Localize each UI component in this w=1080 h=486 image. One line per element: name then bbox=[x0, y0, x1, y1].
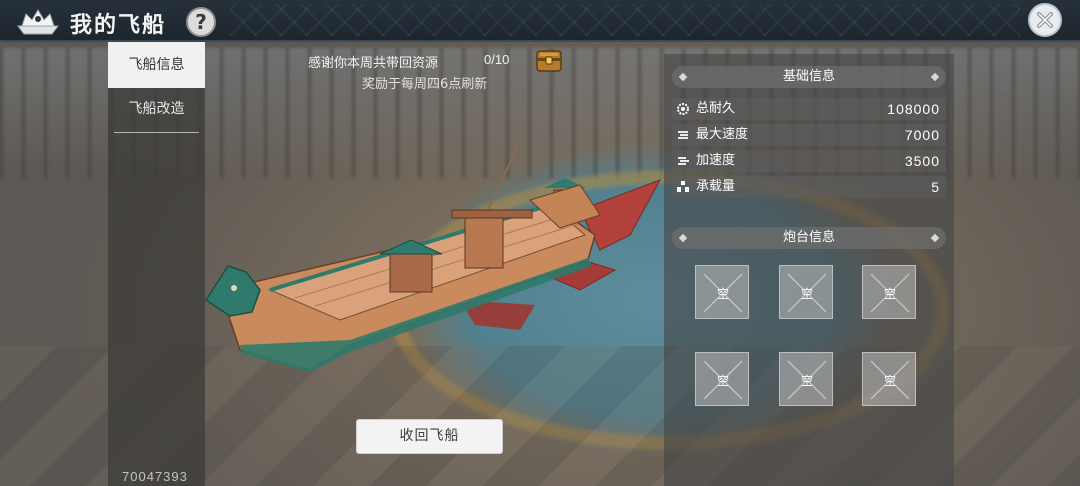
tab-ship-modify[interactable]: 飞船改造 bbox=[108, 86, 205, 132]
ship-pavilion bbox=[389, 251, 433, 293]
stat-row-acceleration: 加速度 3500 bbox=[672, 150, 946, 172]
stat-label: 加速度 bbox=[696, 153, 736, 168]
turret-slot[interactable]: 空 bbox=[862, 352, 916, 406]
turret-slot[interactable]: 空 bbox=[779, 352, 833, 406]
cargo-icon bbox=[677, 181, 689, 192]
header-ornament-icon bbox=[678, 72, 688, 82]
reward-count: 0/10 bbox=[484, 52, 510, 67]
airship-model[interactable] bbox=[200, 140, 670, 380]
reward-refresh-note: 奖励于每周四6点刷新 bbox=[362, 77, 488, 92]
stat-row-durability: 总耐久 108000 bbox=[672, 98, 946, 120]
stat-value: 3500 bbox=[904, 153, 940, 169]
stat-value: 5 bbox=[931, 179, 940, 195]
treasure-chest-icon[interactable] bbox=[535, 48, 563, 74]
turret-slot[interactable]: 空 bbox=[779, 265, 833, 319]
turret-slot-label: 空 bbox=[716, 374, 729, 388]
basic-info-title: 基础信息 bbox=[782, 69, 835, 84]
sidebar-divider bbox=[114, 132, 199, 133]
tab-ship-info[interactable]: 飞船信息 bbox=[108, 42, 205, 88]
ship-dragon-head bbox=[204, 265, 261, 317]
stat-label: 总耐久 bbox=[696, 101, 736, 116]
turret-slot-label: 空 bbox=[800, 287, 813, 301]
info-panel: 基础信息 总耐久 108000 最大速度 7000 加速度 3500 承载量 5 bbox=[664, 54, 954, 486]
gear-icon bbox=[677, 103, 689, 115]
turret-slot-label: 空 bbox=[883, 374, 896, 388]
speed-icon bbox=[678, 131, 688, 139]
turret-info-header: 炮台信息 bbox=[672, 227, 946, 249]
turret-slot-label: 空 bbox=[800, 374, 813, 388]
acceleration-icon bbox=[678, 157, 689, 165]
top-bar-pattern bbox=[230, 4, 1020, 36]
top-bar: 我的飞船 ? bbox=[0, 0, 1080, 42]
turret-slot[interactable]: 空 bbox=[695, 352, 749, 406]
reward-message: 感谢你本周共带回资源 bbox=[308, 56, 439, 71]
ship-tower bbox=[464, 217, 504, 269]
basic-info-header: 基础信息 bbox=[672, 66, 946, 88]
turret-slot[interactable]: 空 bbox=[862, 265, 916, 319]
header-ornament-icon bbox=[678, 233, 688, 243]
stat-value: 108000 bbox=[887, 101, 940, 117]
stat-value: 7000 bbox=[904, 127, 940, 143]
stat-label: 承载量 bbox=[696, 179, 736, 194]
sidebar: 飞船信息 飞船改造 bbox=[108, 42, 205, 486]
header-ornament-icon bbox=[930, 233, 940, 243]
turret-slot[interactable]: 空 bbox=[695, 265, 749, 319]
ship-logo-icon bbox=[17, 9, 59, 35]
close-button[interactable] bbox=[1028, 3, 1062, 37]
turret-slot-label: 空 bbox=[716, 287, 729, 301]
turret-info-title: 炮台信息 bbox=[782, 230, 835, 245]
help-button[interactable]: ? bbox=[186, 7, 216, 37]
close-icon bbox=[1037, 12, 1053, 28]
header-ornament-icon bbox=[930, 72, 940, 82]
turret-slot-label: 空 bbox=[883, 287, 896, 301]
stat-row-capacity: 承载量 5 bbox=[672, 176, 946, 198]
page-title: 我的飞船 bbox=[70, 13, 167, 38]
stat-row-max-speed: 最大速度 7000 bbox=[672, 124, 946, 146]
stat-label: 最大速度 bbox=[696, 127, 749, 142]
user-id: 70047393 bbox=[122, 469, 188, 484]
recall-ship-button[interactable]: 收回飞船 bbox=[356, 419, 503, 454]
